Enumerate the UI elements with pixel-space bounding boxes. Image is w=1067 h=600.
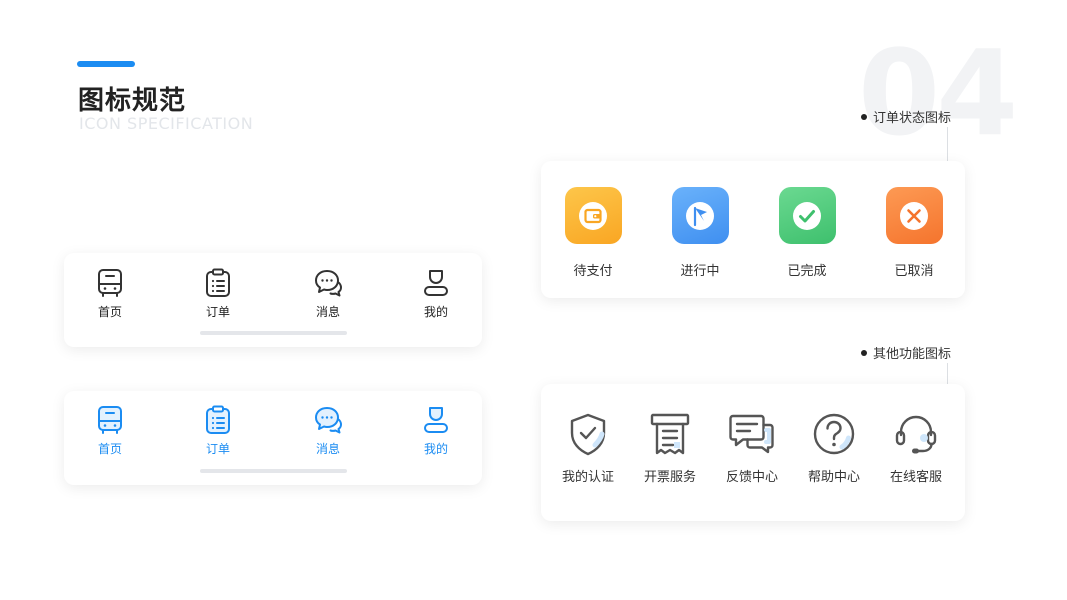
tab-home-label: 首页 [97, 305, 122, 319]
home-indicator [200, 469, 347, 473]
flag-icon [686, 201, 714, 230]
func-my-certification[interactable]: 我的认证 [548, 411, 628, 485]
tab-messages-active-label: 消息 [315, 442, 340, 456]
bullet-dot [861, 113, 867, 120]
feedback-icon [729, 414, 774, 454]
tab-home-active-label: 首页 [97, 442, 122, 456]
tab-orders-active-label: 订单 [205, 442, 230, 456]
other-functions-label-text: 其他功能图标 [873, 347, 952, 362]
user-icon [424, 407, 448, 433]
status-in-progress-tile [671, 187, 729, 244]
func-invoice-service[interactable]: 开票服务 [630, 411, 710, 485]
status-cancelled-label: 已取消 [894, 264, 934, 279]
status-completed-tile [778, 187, 836, 244]
order-status-connector [947, 127, 948, 165]
status-in-progress[interactable]: 进行中 [660, 187, 740, 279]
status-cancelled[interactable]: 已取消 [874, 187, 954, 279]
bus-icon [98, 406, 122, 434]
status-pending-label: 待支付 [573, 264, 613, 279]
clipboard-icon [206, 268, 230, 297]
user-icon [424, 270, 448, 296]
tab-orders[interactable]: 订单 [188, 268, 248, 320]
tab-profile-active[interactable]: 我的 [406, 405, 466, 457]
func-feedback-center-label: 反馈中心 [725, 470, 778, 485]
order-status-label-text: 订单状态图标 [873, 111, 952, 126]
headset-icon [895, 415, 937, 454]
page-number: 04 [858, 24, 1018, 162]
invoice-icon [650, 413, 690, 455]
tab-home[interactable]: 首页 [80, 268, 140, 320]
func-my-certification-label: 我的认证 [561, 470, 614, 485]
order-status-card: 待支付 进行中 已完成 已取消 [541, 161, 965, 298]
bullet-dot [861, 349, 867, 356]
home-indicator [200, 331, 347, 335]
tab-profile-label: 我的 [423, 305, 448, 319]
tab-messages-active[interactable]: 消息 [298, 405, 358, 457]
clipboard-icon [206, 405, 230, 434]
order-status-section-label: 订单状态图标 [861, 107, 951, 126]
tab-profile-active-label: 我的 [423, 442, 448, 456]
help-icon [813, 413, 855, 455]
other-functions-section-label: 其他功能图标 [861, 343, 951, 362]
page-title: 图标规范 [78, 86, 187, 116]
other-functions-card: 我的认证 开票服务 反馈中心 帮助中心 在线客服 [541, 384, 965, 521]
page-subtitle: ICON SPECIFICATION [79, 114, 254, 133]
shield-check-icon [570, 413, 606, 456]
title-accent-bar [77, 61, 135, 67]
func-feedback-center[interactable]: 反馈中心 [712, 411, 792, 485]
check-icon [793, 201, 821, 230]
tab-orders-active[interactable]: 订单 [188, 405, 248, 457]
status-pending[interactable]: 待支付 [553, 187, 633, 279]
func-online-support-label: 在线客服 [889, 470, 942, 485]
func-invoice-service-label: 开票服务 [643, 470, 696, 485]
status-completed[interactable]: 已完成 [767, 187, 847, 279]
status-completed-label: 已完成 [787, 264, 827, 279]
close-icon [900, 201, 928, 230]
status-in-progress-label: 进行中 [680, 264, 720, 279]
tab-messages-label: 消息 [315, 305, 340, 319]
func-online-support[interactable]: 在线客服 [876, 411, 956, 485]
func-help-center[interactable]: 帮助中心 [794, 411, 874, 485]
status-pending-tile [564, 187, 622, 244]
tab-orders-label: 订单 [205, 305, 230, 319]
tab-profile[interactable]: 我的 [406, 268, 466, 320]
tabbar-active: 首页 订单 消息 我的 [64, 391, 482, 485]
chat-icon [315, 270, 342, 297]
chat-icon [315, 407, 342, 434]
tabbar-default: 首页 订单 消息 我的 [64, 253, 482, 347]
status-cancelled-tile [885, 187, 943, 244]
wallet-icon [579, 201, 607, 230]
func-help-center-label: 帮助中心 [807, 470, 860, 485]
tab-home-active[interactable]: 首页 [80, 405, 140, 457]
tab-messages[interactable]: 消息 [298, 268, 358, 320]
bus-icon [98, 269, 122, 297]
